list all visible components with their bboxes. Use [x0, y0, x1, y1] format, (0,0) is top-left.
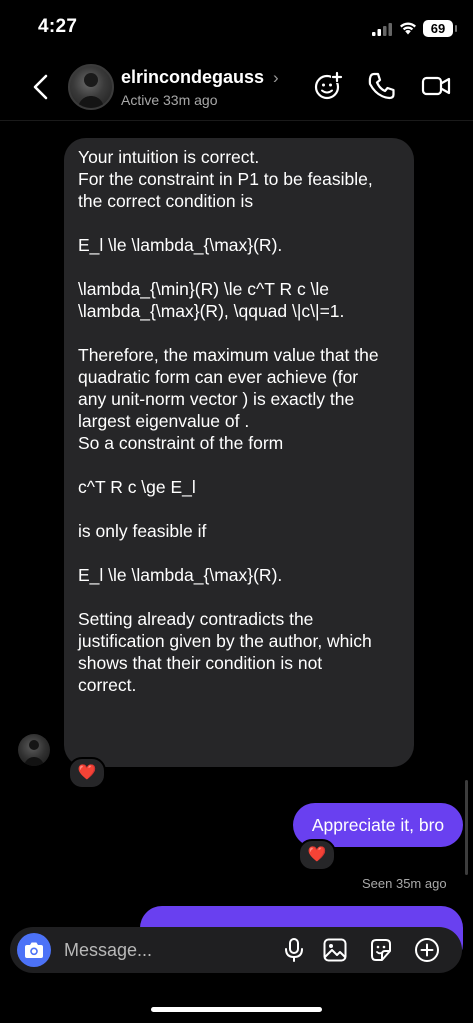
image-icon[interactable] [322, 937, 348, 963]
microphone-icon[interactable] [281, 937, 307, 963]
video-icon[interactable] [420, 70, 452, 102]
battery-indicator: 69 [423, 20, 457, 37]
message-line [78, 586, 404, 608]
status-time: 4:27 [38, 16, 78, 37]
message-line: E_l \le \lambda_{\max}(R). [78, 235, 283, 255]
message-line [78, 256, 404, 278]
username[interactable]: elrincondegauss [121, 67, 264, 88]
message-input[interactable] [64, 938, 264, 962]
camera-button[interactable] [17, 933, 51, 967]
incoming-message-text: Your intuition is correct. For the const… [78, 146, 404, 696]
message-line: So a constraint of the form [78, 433, 284, 453]
avatar-photo [24, 740, 44, 766]
avatar-photo [78, 73, 104, 108]
wifi-icon [400, 22, 416, 35]
message-line: largest eigenvalue of . [78, 411, 250, 431]
message-line [78, 212, 404, 234]
message-line [78, 542, 404, 564]
header-divider [0, 120, 473, 121]
message-line: the correct condition is [78, 191, 254, 211]
active-status: Active 33m ago [121, 92, 218, 108]
heart-reaction[interactable]: ❤️ [298, 839, 336, 871]
camera-icon [25, 942, 43, 958]
message-line: \lambda_{\min}(R) \le c^T R c \le [78, 279, 330, 299]
avatar[interactable] [68, 64, 114, 110]
add-people-icon[interactable] [312, 70, 344, 102]
phone-icon[interactable] [365, 70, 397, 102]
message-line: c^T R c \ge E_l [78, 477, 196, 497]
sender-avatar[interactable] [18, 734, 50, 766]
message-line: is only feasible if [78, 521, 207, 541]
seen-status: Seen 35m ago [362, 876, 447, 891]
chevron-left-icon[interactable] [28, 72, 56, 102]
message-line: \lambda_{\max}(R), \qquad \|c\|=1. [78, 301, 345, 321]
message-line: justification given by the author, which [78, 631, 372, 651]
heart-reaction[interactable]: ❤️ [68, 757, 106, 789]
message-line [78, 322, 404, 344]
home-indicator [151, 1007, 322, 1012]
message-line: For the constraint in P1 to be feasible, [78, 169, 373, 189]
message-line: Your intuition is correct. [78, 147, 260, 167]
message-line [78, 454, 404, 476]
scrollbar[interactable] [465, 780, 468, 875]
message-line [78, 498, 404, 520]
chevron-right-icon[interactable]: › [273, 68, 279, 88]
message-line: shows that their condition is not [78, 653, 323, 673]
message-line: quadratic form can ever achieve (for [78, 367, 359, 387]
plus-circle-icon[interactable] [414, 937, 440, 963]
cellular-signal-icon [372, 23, 392, 36]
message-line: E_l \le \lambda_{\max}(R). [78, 565, 283, 585]
message-line: Setting already contradicts the [78, 609, 314, 629]
message-line: any unit-norm vector ) is exactly the [78, 389, 355, 409]
sticker-icon[interactable] [368, 937, 394, 963]
message-line: Therefore, the maximum value that the [78, 345, 379, 365]
message-line: correct. [78, 675, 137, 695]
